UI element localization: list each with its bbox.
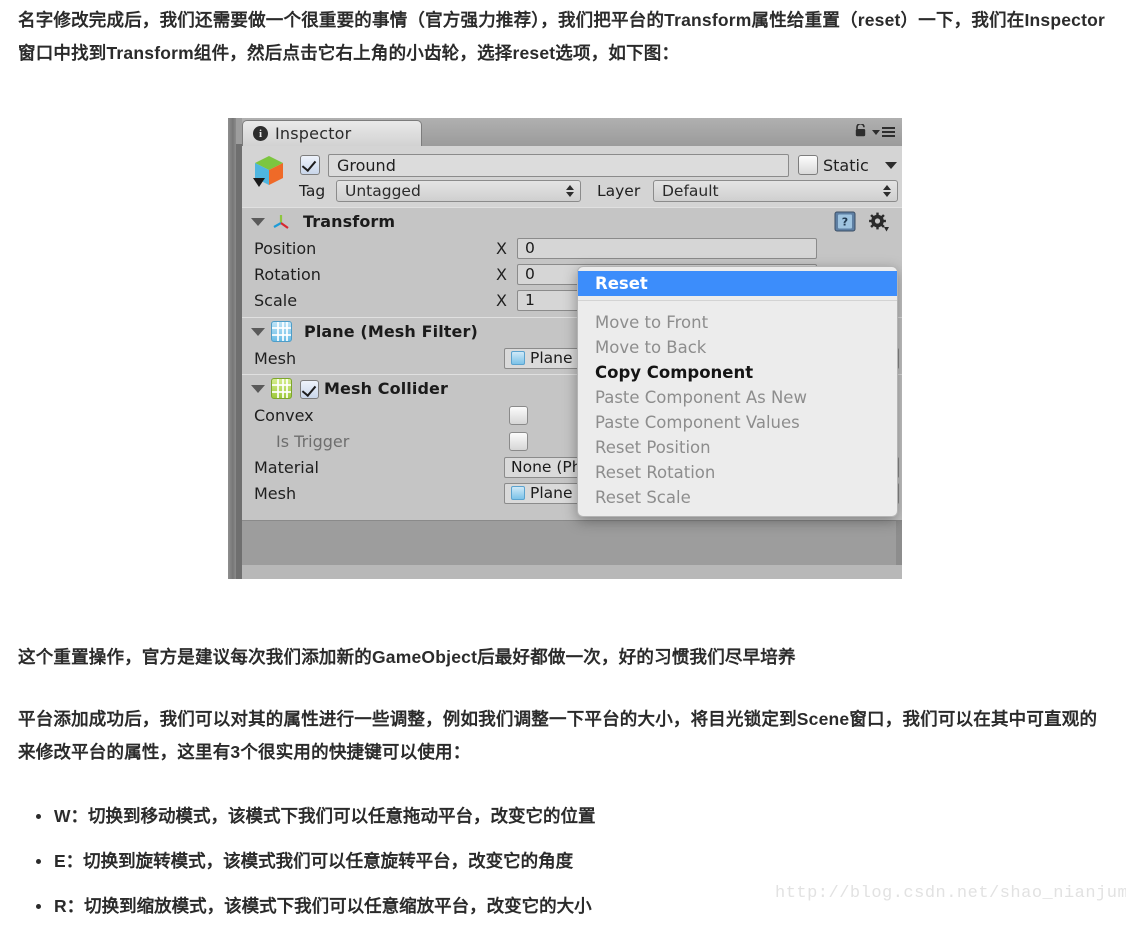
tag-dropdown[interactable]: Untagged [336, 180, 581, 202]
transform-position-row: Position X 0 [242, 235, 902, 261]
info-icon: i [253, 126, 268, 141]
material-value: None (Ph [511, 458, 582, 476]
collider-mesh-value: Plane [530, 484, 573, 502]
menu-item-reset-position: Reset Position [595, 438, 711, 457]
gameobject-enabled-checkbox[interactable] [300, 155, 320, 175]
is-trigger-label: Is Trigger [276, 431, 350, 451]
hamburger-icon [882, 127, 895, 137]
collider-mesh-label: Mesh [254, 483, 297, 503]
list-item: W：切换到移动模式，该模式下我们可以任意拖动平台，改变它的位置 [36, 805, 1126, 827]
inspector-menu-icon[interactable] [872, 127, 895, 137]
paragraph-intro: 名字修改完成后，我们还需要做一个很重要的事情（官方强力推荐），我们把平台的Tra… [18, 10, 1106, 63]
is-trigger-checkbox[interactable] [509, 431, 528, 451]
mesh-asset-icon [511, 486, 525, 500]
mesh-collider-enabled-checkbox[interactable] [300, 379, 319, 399]
layer-label: Layer [597, 182, 641, 200]
menu-item-move-to-back: Move to Back [595, 338, 707, 357]
mesh-value: Plane [530, 349, 573, 367]
static-label: Static [823, 155, 869, 175]
foldout-triangle-icon[interactable] [251, 217, 265, 226]
tag-value: Untagged [345, 182, 421, 200]
tab-inspector[interactable]: i Inspector [242, 120, 422, 146]
rotation-x-axis-label: X [496, 264, 507, 284]
convex-checkbox[interactable] [509, 405, 528, 425]
tab-inspector-label: Inspector [275, 124, 352, 143]
scale-label: Scale [254, 290, 298, 310]
tag-label: Tag [299, 182, 326, 200]
tag-layer-row: Tag Untagged Layer Default [242, 179, 902, 205]
svg-text:?: ? [842, 216, 848, 229]
shortcut-list: W：切换到移动模式，该模式下我们可以任意拖动平台，改变它的位置 E：切换到旋转模… [18, 805, 1126, 940]
static-dropdown-icon[interactable] [885, 162, 897, 169]
list-item: E：切换到旋转模式，该模式我们可以任意旋转平台，改变它的角度 [36, 850, 1126, 872]
position-label: Position [254, 238, 317, 258]
menu-item-reset-rotation: Reset Rotation [595, 463, 716, 482]
paragraph-reset-note: 这个重置操作，官方是建议每次我们添加新的GameObject后最好都做一次，好的… [18, 647, 796, 667]
gear-icon[interactable] [868, 212, 890, 233]
position-x-axis-label: X [496, 238, 507, 258]
menu-item-reset-scale: Reset Scale [595, 488, 691, 507]
static-checkbox[interactable] [798, 155, 818, 175]
component-transform-title: Transform [303, 212, 396, 231]
layer-value: Default [662, 182, 719, 200]
gameobject-name-value: Ground [337, 156, 396, 175]
inspector-tabbar: i Inspector [242, 118, 902, 147]
transform-context-menu: Reset Move to Front Move to Back Copy Co… [577, 266, 898, 517]
gameobject-name-input[interactable]: Ground [328, 154, 789, 177]
mesh-label: Mesh [254, 348, 297, 368]
mesh-asset-icon [511, 351, 525, 365]
scale-x-value: 1 [525, 291, 535, 309]
stepper-arrows-icon [883, 185, 891, 197]
rotation-label: Rotation [254, 264, 321, 284]
menu-item-copy-component[interactable]: Copy Component [578, 360, 897, 385]
position-x-input[interactable]: 0 [517, 237, 817, 259]
paragraph-scene-note: 平台添加成功后，我们可以对其的属性进行一些调整，例如我们调整一下平台的大小，将目… [18, 709, 1098, 762]
chevron-down-icon [872, 129, 880, 135]
static-checkbox-group[interactable]: Static [798, 155, 869, 175]
foldout-triangle-icon[interactable] [251, 327, 265, 336]
rotation-x-value: 0 [525, 265, 535, 283]
material-label: Material [254, 457, 319, 477]
layer-dropdown[interactable]: Default [653, 180, 898, 202]
mesh-filter-icon [271, 321, 292, 342]
mesh-collider-icon [271, 378, 292, 399]
transform-axis-icon [273, 214, 289, 229]
scale-x-axis-label: X [496, 290, 507, 310]
menu-item-move-to-front: Move to Front [595, 313, 709, 332]
gameobject-header: Ground Static Tag Untagged Layer Default [242, 146, 902, 208]
checkbox-glyph [300, 155, 320, 175]
menu-item-paste-component-values: Paste Component Values [595, 413, 800, 432]
checkbox-glyph [300, 379, 319, 399]
component-mesh-filter-title: Plane (Mesh Filter) [304, 322, 478, 341]
menu-item-reset[interactable]: Reset [578, 271, 897, 296]
component-mesh-collider-title: Mesh Collider [324, 379, 448, 398]
help-icon[interactable]: ? [834, 211, 856, 232]
menu-separator [578, 300, 897, 310]
watermark-url: http://blog.csdn.net/shao_nianjump [775, 884, 1126, 903]
foldout-triangle-icon[interactable] [251, 384, 265, 393]
unity-inspector-screenshot: i Inspector Ground Static Tag Untagged L… [228, 118, 902, 579]
lock-icon[interactable] [855, 124, 866, 137]
position-x-value: 0 [525, 239, 535, 257]
editor-left-edge [228, 118, 236, 579]
component-transform-header[interactable]: Transform ? [242, 208, 902, 235]
menu-item-paste-component-as-new: Paste Component As New [595, 388, 807, 407]
convex-label: Convex [254, 405, 314, 425]
stepper-arrows-icon [566, 185, 574, 197]
inspector-bottom-strip [242, 565, 902, 579]
